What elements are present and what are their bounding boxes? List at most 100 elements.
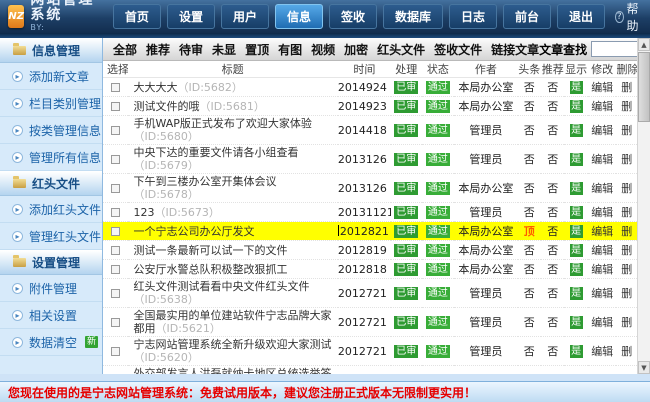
show-toggle-badge[interactable]: 是	[570, 206, 583, 219]
delete-link[interactable]: 删	[621, 345, 632, 358]
row-checkbox[interactable]	[111, 265, 120, 274]
scroll-down-arrow-icon[interactable]: ▼	[638, 361, 650, 374]
sidebar-item-add-article[interactable]: ▸添加新文章	[0, 63, 102, 90]
edit-link[interactable]: 编辑	[591, 345, 613, 358]
sidebar-section-info-manage[interactable]: 信息管理	[0, 38, 102, 63]
sidebar-item-manage-by-category[interactable]: ▸按类管理信息	[0, 117, 102, 144]
row-title-link[interactable]: 测试一条最新可以试一下的文件	[134, 244, 288, 257]
help-link[interactable]: ? 帮助	[615, 0, 642, 34]
show-toggle-badge[interactable]: 是	[570, 182, 583, 195]
scroll-thumb[interactable]	[638, 52, 650, 122]
row-title-link[interactable]: 下午到三楼办公室开集体会议	[134, 175, 277, 188]
edit-link[interactable]: 编辑	[591, 81, 613, 94]
delete-link[interactable]: 删	[621, 100, 632, 113]
sidebar-item-add-red-doc[interactable]: ▸添加红头文件★	[0, 196, 102, 223]
row-checkbox[interactable]	[111, 83, 120, 92]
delete-link[interactable]: 删	[621, 287, 632, 300]
row-title-link[interactable]: 测试文件的哦	[134, 100, 200, 113]
edit-link[interactable]: 编辑	[591, 100, 613, 113]
delete-link[interactable]: 删	[621, 244, 632, 257]
row-title-link[interactable]: 外交部发言人洪磊就纳卡地区总统选举答记者问	[134, 367, 332, 374]
tab-9[interactable]: 签收文件	[434, 41, 482, 58]
tab-3[interactable]: 未显	[212, 41, 236, 58]
delete-link[interactable]: 删	[621, 81, 632, 94]
delete-link[interactable]: 删	[621, 316, 632, 329]
nav-users[interactable]: 用户	[221, 4, 269, 29]
row-title-link[interactable]: 公安厅水警总队积极整改狠抓工	[134, 263, 288, 276]
tab-10[interactable]: 链接文章	[491, 41, 539, 58]
show-toggle-badge[interactable]: 是	[570, 81, 583, 94]
show-toggle-badge[interactable]: 是	[570, 225, 583, 238]
nav-home[interactable]: 首页	[113, 4, 161, 29]
sidebar-item-related-settings[interactable]: ▸相关设置	[0, 302, 102, 329]
row-checkbox[interactable]	[111, 246, 120, 255]
delete-link[interactable]: 删	[621, 182, 632, 195]
row-title-link[interactable]: 123	[134, 206, 155, 219]
show-toggle-badge[interactable]: 是	[570, 244, 583, 257]
sidebar-item-manage-red-doc[interactable]: ▸管理红头文件★	[0, 223, 102, 250]
row-title-link[interactable]: 手机WAP版正式发布了欢迎大家体验	[134, 117, 312, 130]
edit-link[interactable]: 编辑	[591, 206, 613, 219]
row-checkbox[interactable]	[111, 227, 120, 236]
nav-frontend[interactable]: 前台	[503, 4, 551, 29]
show-toggle-badge[interactable]: 是	[570, 100, 583, 113]
row-checkbox[interactable]	[111, 289, 120, 298]
nav-database[interactable]: 数据库	[383, 4, 443, 29]
sidebar-item-manage-all-info[interactable]: ▸管理所有信息	[0, 144, 102, 171]
edit-link[interactable]: 编辑	[591, 124, 613, 137]
sidebar-section-settings-manage[interactable]: 设置管理	[0, 250, 102, 275]
delete-link[interactable]: 删	[621, 124, 632, 137]
show-toggle-badge[interactable]: 是	[570, 316, 583, 329]
sidebar-item-category-manage[interactable]: ▸栏目类别管理	[0, 90, 102, 117]
row-title-link[interactable]: 大大大大	[134, 81, 178, 94]
row-checkbox[interactable]	[111, 184, 120, 193]
delete-link[interactable]: 删	[621, 153, 632, 166]
tab-5[interactable]: 有图	[278, 41, 302, 58]
show-toggle-badge[interactable]: 是	[570, 124, 583, 137]
row-checkbox[interactable]	[111, 155, 120, 164]
vertical-scrollbar[interactable]: ▲ ▼	[637, 38, 650, 374]
edit-link[interactable]: 编辑	[591, 287, 613, 300]
nav-info[interactable]: 信息	[275, 4, 323, 29]
nav-sign[interactable]: 签收	[329, 4, 377, 29]
edit-link[interactable]: 编辑	[591, 153, 613, 166]
edit-link[interactable]: 编辑	[591, 225, 613, 238]
delete-link[interactable]: 删	[621, 263, 632, 276]
nav-settings[interactable]: 设置	[167, 4, 215, 29]
nav-logs[interactable]: 日志	[449, 4, 497, 29]
tab-6[interactable]: 视频	[311, 41, 335, 58]
edit-link[interactable]: 编辑	[591, 263, 613, 276]
scroll-up-arrow-icon[interactable]: ▲	[638, 38, 650, 51]
edit-link[interactable]: 编辑	[591, 182, 613, 195]
tab-0[interactable]: 全部	[113, 41, 137, 58]
tab-7[interactable]: 加密	[344, 41, 368, 58]
edit-link[interactable]: 编辑	[591, 244, 613, 257]
tab-8[interactable]: 红头文件	[377, 41, 425, 58]
tab-4[interactable]: 置顶	[245, 41, 269, 58]
row-id: （ID:5679）	[134, 159, 199, 172]
row-title-link[interactable]: 宁志网站管理系统全新升级欢迎大家测试	[134, 338, 332, 351]
status-badge: 通过	[426, 225, 450, 238]
edit-link[interactable]: 编辑	[591, 316, 613, 329]
row-checkbox[interactable]	[111, 126, 120, 135]
delete-link[interactable]: 删	[621, 225, 632, 238]
row-checkbox[interactable]	[111, 318, 120, 327]
show-toggle-badge[interactable]: 是	[570, 153, 583, 166]
sidebar-item-data-clear[interactable]: ▸数据清空新	[0, 329, 102, 356]
show-toggle-badge[interactable]: 是	[570, 345, 583, 358]
show-toggle-badge[interactable]: 是	[570, 287, 583, 300]
row-title-link[interactable]: 中央下达的重要文件请各小组查看	[134, 146, 299, 159]
table-row: 大大大大（ID:5682）2014924已审通过本局办公室否否是编辑删	[103, 78, 637, 97]
row-title-link[interactable]: 红头文件测试看看中央文件红头文件	[134, 280, 310, 293]
sidebar-section-red-header-docs[interactable]: 红头文件	[0, 171, 102, 196]
show-toggle-badge[interactable]: 是	[570, 263, 583, 276]
row-checkbox[interactable]	[111, 347, 120, 356]
row-checkbox[interactable]	[111, 102, 120, 111]
nav-logout[interactable]: 退出	[557, 4, 605, 29]
row-checkbox[interactable]	[111, 208, 120, 217]
delete-link[interactable]: 删	[621, 206, 632, 219]
sidebar-item-attachment-manage[interactable]: ▸附件管理	[0, 275, 102, 302]
tab-2[interactable]: 待审	[179, 41, 203, 58]
tab-1[interactable]: 推荐	[146, 41, 170, 58]
row-title-link[interactable]: 一个宁志公司办公厅发文	[134, 225, 255, 238]
